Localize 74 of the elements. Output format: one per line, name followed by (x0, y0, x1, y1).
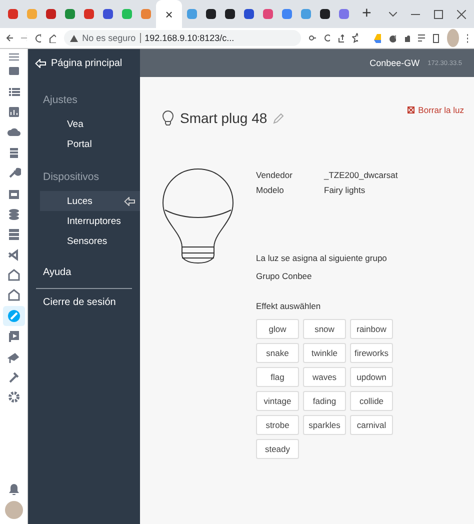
gateway-name: Conbee-GW (370, 58, 420, 68)
extension-icon[interactable] (389, 34, 396, 42)
effect-button[interactable]: snow (303, 319, 346, 339)
compass-icon (6, 308, 20, 323)
nav-item[interactable]: Sensores (40, 231, 140, 251)
bell-icon[interactable] (8, 484, 18, 495)
effect-button[interactable]: snake (256, 343, 299, 363)
url-text: 192.168.9.10:8123/c... (144, 33, 234, 43)
property-value: Fairy lights (324, 185, 366, 195)
group-note: La luz se asigna al siguiente grupo (256, 253, 388, 263)
help-link[interactable]: Ayuda (28, 251, 140, 278)
warning-icon (70, 34, 78, 42)
group-name: Grupo Conbee (256, 271, 313, 281)
home-icon[interactable] (49, 34, 56, 42)
effect-button[interactable]: updown (350, 367, 393, 387)
effect-button[interactable]: twinkle (303, 343, 346, 363)
address-bar[interactable]: No es seguro 192.168.9.10:8123/c... (64, 30, 302, 46)
new-tab-button[interactable]: + (362, 5, 372, 23)
property-label: Modelo (256, 185, 285, 195)
effect-button[interactable]: strobe (256, 415, 299, 435)
share-icon[interactable] (338, 34, 344, 42)
section-heading: Dispositivos (42, 170, 100, 185)
effect-button[interactable]: vintage (256, 391, 299, 411)
rack-icon (6, 227, 20, 242)
effect-button[interactable]: fading (303, 391, 346, 411)
effect-button[interactable]: steady (256, 439, 299, 459)
code-icon (6, 248, 20, 262)
menu-icon[interactable] (8, 53, 18, 61)
home-link[interactable]: Página principal (28, 49, 140, 77)
maximize-icon[interactable] (434, 10, 443, 18)
property-value: _TZE200_dwcarsat (324, 170, 399, 180)
device-title: Smart plug 48 (180, 110, 268, 126)
nav-item[interactable]: Luces (40, 191, 140, 211)
lightbulb-icon (162, 110, 174, 126)
house-icon (6, 268, 20, 282)
browser-tab[interactable]: × (156, 0, 182, 28)
effect-button[interactable]: glow (256, 319, 299, 339)
chart-icon (6, 104, 20, 119)
sidepanel-icon[interactable] (432, 34, 439, 42)
playlist-icon[interactable] (418, 34, 425, 42)
property-label: Vendedor (256, 170, 294, 180)
key-icon[interactable] (309, 35, 316, 41)
database-icon (6, 206, 20, 221)
house-icon (6, 288, 20, 302)
effect-button[interactable]: fireworks (350, 343, 393, 363)
drive-icon[interactable] (374, 34, 382, 42)
reload-icon[interactable] (35, 34, 42, 42)
delete-icon (407, 106, 416, 114)
effect-button[interactable]: collide (350, 391, 393, 411)
effects-heading: Effekt auswählen (256, 301, 322, 311)
nav-item[interactable]: Portal (40, 134, 140, 154)
back-arrow-icon (35, 58, 46, 68)
effect-button[interactable]: carnival (350, 415, 393, 435)
nav-item[interactable]: Vea (40, 114, 140, 134)
close-icon[interactable]: × (165, 6, 173, 22)
effect-button[interactable]: waves (303, 367, 346, 387)
close-icon[interactable] (457, 10, 466, 18)
hammer-icon (6, 370, 20, 384)
security-label: No es seguro (82, 33, 136, 43)
back-arrow-icon (124, 196, 135, 206)
sidebar-nav-item[interactable] (2, 306, 24, 326)
home-label: Página principal (51, 58, 122, 68)
gear-icon (6, 390, 20, 404)
wrench-icon (6, 166, 20, 180)
effect-button[interactable]: flag (256, 367, 299, 387)
effect-button[interactable]: rainbow (350, 319, 393, 339)
chevron-icon[interactable] (389, 12, 397, 16)
effect-button[interactable]: sparkles (303, 415, 346, 435)
delete-light-button[interactable]: Borrar la luz (407, 105, 464, 115)
nav-item[interactable]: Interruptores (40, 211, 140, 231)
media-icon (6, 329, 20, 344)
section-heading: Ajustes (42, 93, 78, 108)
logout-link[interactable]: Cierre de sesión (28, 297, 140, 308)
back-icon[interactable] (6, 34, 13, 42)
